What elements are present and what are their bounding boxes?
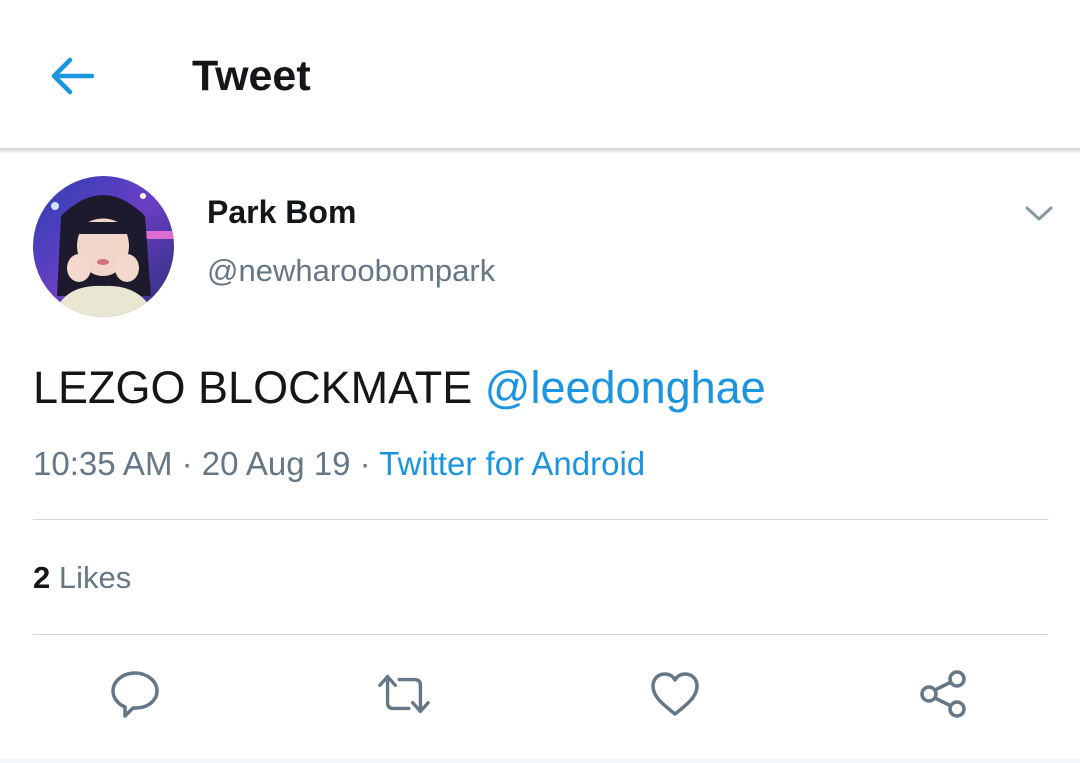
bottom-edge bbox=[0, 759, 1080, 763]
reply-icon bbox=[111, 671, 159, 718]
header-divider bbox=[0, 148, 1080, 154]
like-button[interactable] bbox=[647, 666, 703, 722]
likes-count: 2 bbox=[33, 560, 51, 595]
tweet-menu-button[interactable] bbox=[1016, 196, 1062, 232]
tweet-meta: 10:35 AM · 20 Aug 19 · Twitter for Andro… bbox=[33, 443, 645, 485]
tweet-date: 20 Aug 19 bbox=[201, 445, 351, 482]
heart-icon bbox=[651, 672, 699, 716]
tweet-detail-screen: Tweet Park Bom @newharoobompark LEZGO BL… bbox=[0, 0, 1080, 763]
tweet-source-link[interactable]: Twitter for Android bbox=[379, 445, 645, 482]
page-title: Tweet bbox=[192, 52, 311, 100]
author-display-name[interactable]: Park Bom bbox=[207, 192, 356, 232]
divider bbox=[33, 519, 1048, 520]
retweet-button[interactable] bbox=[376, 666, 432, 722]
retweet-icon bbox=[378, 674, 430, 714]
chevron-down-icon bbox=[1025, 206, 1053, 221]
mention-link[interactable]: @leedonghae bbox=[485, 362, 766, 413]
reply-button[interactable] bbox=[107, 666, 163, 722]
share-icon bbox=[920, 670, 966, 718]
likes-stat[interactable]: 2 Likes bbox=[33, 558, 131, 598]
tweet-body-text: LEZGO BLOCKMATE bbox=[33, 362, 473, 413]
tweet-time: 10:35 AM bbox=[33, 445, 173, 482]
avatar[interactable] bbox=[33, 176, 174, 317]
meta-separator: · bbox=[359, 445, 371, 482]
tweet-text: LEZGO BLOCKMATE @leedonghae bbox=[33, 360, 766, 416]
arrow-left-icon bbox=[51, 57, 94, 95]
author-handle[interactable]: @newharoobompark bbox=[207, 251, 495, 291]
likes-label: Likes bbox=[58, 560, 132, 595]
divider bbox=[33, 634, 1048, 635]
top-app-bar: Tweet bbox=[0, 0, 1080, 148]
profile-photo bbox=[33, 176, 174, 317]
share-button[interactable] bbox=[916, 666, 972, 722]
meta-separator: · bbox=[181, 445, 193, 482]
back-button[interactable] bbox=[48, 52, 96, 100]
